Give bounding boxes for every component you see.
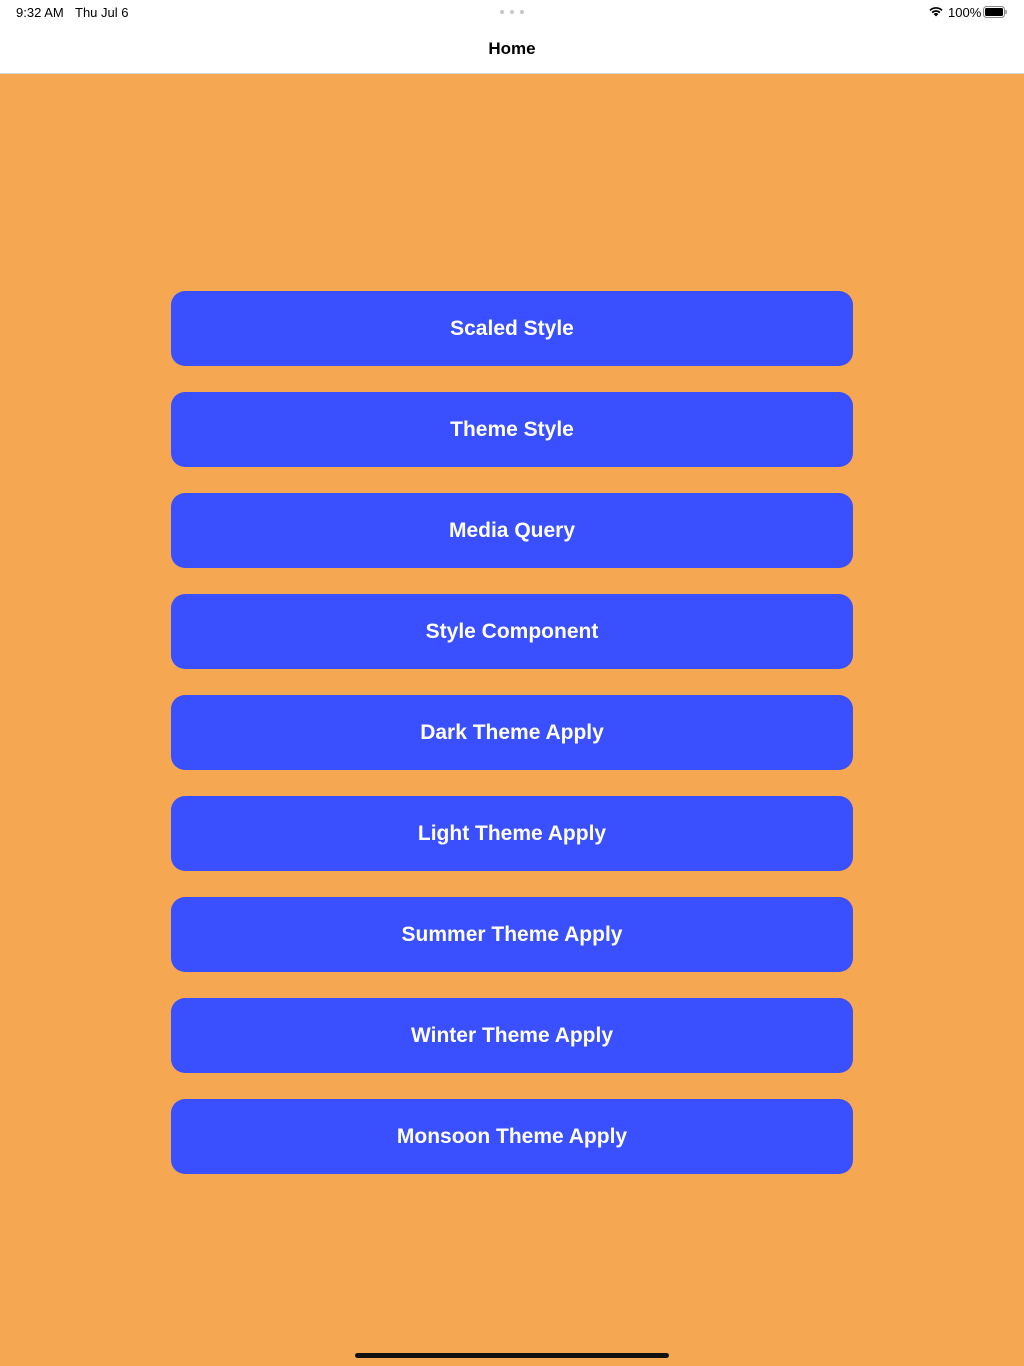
monsoon-theme-apply-button[interactable]: Monsoon Theme Apply (171, 1099, 853, 1174)
theme-style-button[interactable]: Theme Style (171, 392, 853, 467)
status-bar: 9:32 AM Thu Jul 6 100% (0, 0, 1024, 24)
winter-theme-apply-button[interactable]: Winter Theme Apply (171, 998, 853, 1073)
battery-icon (983, 6, 1007, 18)
media-query-button[interactable]: Media Query (171, 493, 853, 568)
home-indicator[interactable] (355, 1353, 669, 1358)
button-list: Scaled Style Theme Style Media Query Sty… (171, 291, 853, 1200)
status-time: 9:32 AM (16, 5, 64, 20)
light-theme-apply-button[interactable]: Light Theme Apply (171, 796, 853, 871)
summer-theme-apply-button[interactable]: Summer Theme Apply (171, 897, 853, 972)
status-date: Thu Jul 6 (75, 5, 129, 20)
page-title: Home (488, 39, 536, 58)
battery-percent: 100% (948, 5, 982, 20)
scaled-style-button[interactable]: Scaled Style (171, 291, 853, 366)
wifi-icon (929, 7, 943, 17)
multitask-dots-icon[interactable] (500, 10, 524, 14)
navigation-bar: Home (0, 24, 1024, 74)
style-component-button[interactable]: Style Component (171, 594, 853, 669)
dark-theme-apply-button[interactable]: Dark Theme Apply (171, 695, 853, 770)
